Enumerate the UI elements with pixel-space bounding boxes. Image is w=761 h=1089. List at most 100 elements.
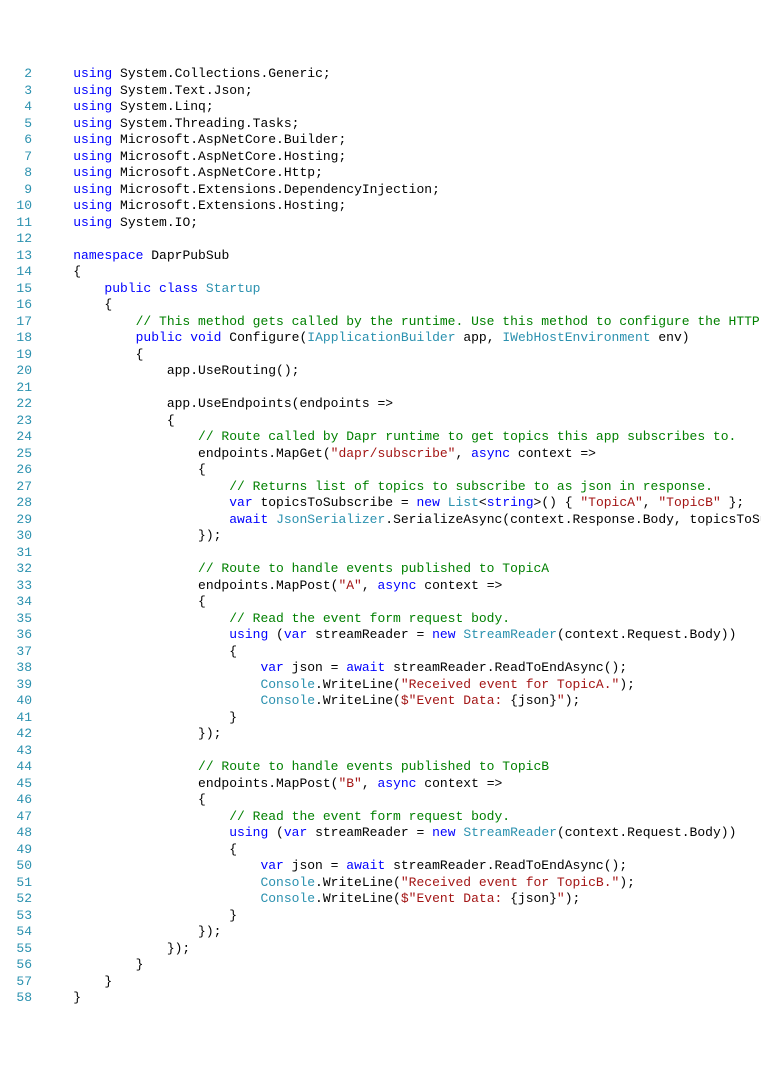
code-line[interactable]: // Returns list of topics to subscribe t… bbox=[42, 479, 761, 496]
token bbox=[42, 314, 136, 329]
code-line[interactable]: } bbox=[42, 990, 761, 1007]
line-number: 52 bbox=[4, 891, 32, 908]
code-line[interactable]: // Read the event form request body. bbox=[42, 809, 761, 826]
code-line[interactable]: using System.IO; bbox=[42, 215, 761, 232]
code-line[interactable]: endpoints.MapPost("A", async context => bbox=[42, 578, 761, 595]
token bbox=[42, 165, 73, 180]
token: // Returns list of topics to subscribe t… bbox=[229, 479, 713, 494]
code-line[interactable]: // Read the event form request body. bbox=[42, 611, 761, 628]
code-line[interactable]: using System.Text.Json; bbox=[42, 83, 761, 100]
code-line[interactable]: endpoints.MapPost("B", async context => bbox=[42, 776, 761, 793]
code-line[interactable]: using (var streamReader = new StreamRead… bbox=[42, 825, 761, 842]
code-line[interactable]: using (var streamReader = new StreamRead… bbox=[42, 627, 761, 644]
code-line[interactable]: { bbox=[42, 792, 761, 809]
code-line[interactable]: var json = await streamReader.ReadToEndA… bbox=[42, 858, 761, 875]
token: >() { bbox=[534, 495, 581, 510]
code-line[interactable]: { bbox=[42, 594, 761, 611]
token: using bbox=[73, 215, 112, 230]
code-line[interactable]: // Route to handle events published to T… bbox=[42, 561, 761, 578]
code-line[interactable]: // Route called by Dapr runtime to get t… bbox=[42, 429, 761, 446]
code-line[interactable]: using Microsoft.AspNetCore.Builder; bbox=[42, 132, 761, 149]
token bbox=[42, 561, 198, 576]
code-line[interactable]: using Microsoft.AspNetCore.Hosting; bbox=[42, 149, 761, 166]
code-line[interactable]: app.UseRouting(); bbox=[42, 363, 761, 380]
code-line[interactable]: await JsonSerializer.SerializeAsync(cont… bbox=[42, 512, 761, 529]
line-number: 47 bbox=[4, 809, 32, 826]
token: Startup bbox=[206, 281, 261, 296]
token: } bbox=[42, 908, 237, 923]
code-line[interactable]: using Microsoft.Extensions.Hosting; bbox=[42, 198, 761, 215]
code-line[interactable]: } bbox=[42, 974, 761, 991]
token: }); bbox=[42, 528, 221, 543]
code-line[interactable]: } bbox=[42, 957, 761, 974]
code-line[interactable]: var topicsToSubscribe = new List<string>… bbox=[42, 495, 761, 512]
line-number: 21 bbox=[4, 380, 32, 397]
code-line[interactable]: { bbox=[42, 644, 761, 661]
code-line[interactable]: { bbox=[42, 462, 761, 479]
code-line[interactable] bbox=[42, 743, 761, 760]
token: using bbox=[229, 825, 268, 840]
code-line[interactable]: // This method gets called by the runtim… bbox=[42, 314, 761, 331]
code-line[interactable]: }); bbox=[42, 924, 761, 941]
token: await bbox=[229, 512, 268, 527]
line-number: 18 bbox=[4, 330, 32, 347]
code-content[interactable]: using System.Collections.Generic; using … bbox=[42, 66, 761, 1007]
token bbox=[42, 660, 260, 675]
code-line[interactable]: using Microsoft.Extensions.DependencyInj… bbox=[42, 182, 761, 199]
code-line[interactable]: public class Startup bbox=[42, 281, 761, 298]
line-number: 32 bbox=[4, 561, 32, 578]
token: app.UseEndpoints(endpoints => bbox=[42, 396, 393, 411]
code-line[interactable]: Console.WriteLine($"Event Data: {json}")… bbox=[42, 693, 761, 710]
line-number: 43 bbox=[4, 743, 32, 760]
token: using bbox=[73, 66, 112, 81]
code-line[interactable]: // Route to handle events published to T… bbox=[42, 759, 761, 776]
code-line[interactable] bbox=[42, 231, 761, 248]
code-line[interactable]: Console.WriteLine("Received event for To… bbox=[42, 677, 761, 694]
line-number: 33 bbox=[4, 578, 32, 595]
token bbox=[42, 677, 260, 692]
code-line[interactable]: { bbox=[42, 347, 761, 364]
token: ( bbox=[268, 825, 284, 840]
token: using bbox=[73, 83, 112, 98]
code-line[interactable]: }); bbox=[42, 528, 761, 545]
code-line[interactable] bbox=[42, 545, 761, 562]
code-line[interactable]: public void Configure(IApplicationBuilde… bbox=[42, 330, 761, 347]
code-line[interactable]: using Microsoft.AspNetCore.Http; bbox=[42, 165, 761, 182]
code-line[interactable]: using System.Threading.Tasks; bbox=[42, 116, 761, 133]
code-line[interactable]: } bbox=[42, 710, 761, 727]
token: // Route to handle events published to T… bbox=[198, 759, 549, 774]
code-line[interactable]: app.UseEndpoints(endpoints => bbox=[42, 396, 761, 413]
code-line[interactable] bbox=[42, 380, 761, 397]
token bbox=[440, 495, 448, 510]
code-line[interactable]: }); bbox=[42, 726, 761, 743]
token: .WriteLine( bbox=[315, 693, 401, 708]
code-line[interactable]: } bbox=[42, 908, 761, 925]
code-line[interactable]: Console.WriteLine("Received event for To… bbox=[42, 875, 761, 892]
token: endpoints.MapGet( bbox=[42, 446, 331, 461]
code-line[interactable]: using System.Linq; bbox=[42, 99, 761, 116]
code-line[interactable]: { bbox=[42, 297, 761, 314]
token: "A" bbox=[338, 578, 361, 593]
code-line[interactable]: { bbox=[42, 264, 761, 281]
code-line[interactable]: var json = await streamReader.ReadToEndA… bbox=[42, 660, 761, 677]
token: } bbox=[42, 710, 237, 725]
code-line[interactable]: { bbox=[42, 842, 761, 859]
code-editor[interactable]: 2345678910111213141516171819202122232425… bbox=[0, 66, 761, 1007]
token: " bbox=[557, 891, 565, 906]
code-line[interactable]: Console.WriteLine($"Event Data: {json}")… bbox=[42, 891, 761, 908]
token: // Read the event form request body. bbox=[229, 611, 510, 626]
token: json = bbox=[284, 858, 346, 873]
token: async bbox=[471, 446, 510, 461]
token: streamReader = bbox=[307, 825, 432, 840]
code-line[interactable]: { bbox=[42, 413, 761, 430]
token: var bbox=[260, 858, 283, 873]
token: ); bbox=[619, 875, 635, 890]
code-line[interactable]: using System.Collections.Generic; bbox=[42, 66, 761, 83]
line-number: 12 bbox=[4, 231, 32, 248]
token: json = bbox=[284, 660, 346, 675]
token: using bbox=[73, 165, 112, 180]
token: var bbox=[260, 660, 283, 675]
code-line[interactable]: namespace DaprPubSub bbox=[42, 248, 761, 265]
code-line[interactable]: endpoints.MapGet("dapr/subscribe", async… bbox=[42, 446, 761, 463]
token: List bbox=[448, 495, 479, 510]
